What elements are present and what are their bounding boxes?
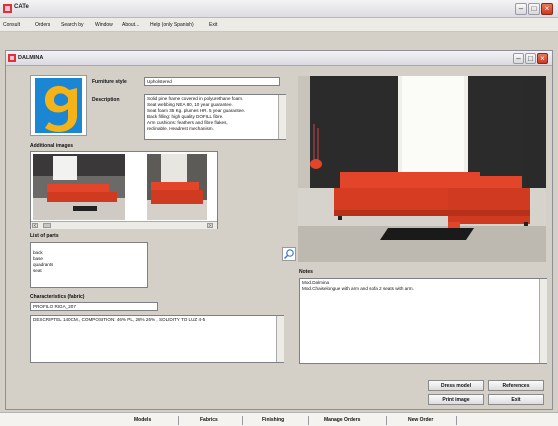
- model-window-titlebar: DALMINA – □ ×: [6, 51, 552, 66]
- tab-fabrics[interactable]: Fabrics: [200, 417, 218, 423]
- characteristics-detail-text: DESCRIPTEL 140CM., COMPOSITION: 46% PL, …: [33, 317, 206, 322]
- description-line: Back filling: high quality DOFILL fibre.: [147, 114, 224, 119]
- bottom-navigation: Models Fabrics Finishing Manage Orders N…: [0, 412, 558, 426]
- additional-image-thumb[interactable]: [33, 154, 125, 220]
- tab-separator: [242, 416, 243, 425]
- parts-list-item[interactable]: seat: [33, 268, 42, 274]
- tab-separator: [456, 416, 457, 425]
- dress-model-button[interactable]: Dress model: [428, 380, 484, 391]
- characteristics-detail-textarea[interactable]: DESCRIPTEL 140CM., COMPOSITION: 46% PL, …: [30, 315, 284, 363]
- zoom-button[interactable]: [282, 247, 296, 261]
- app-title: CATe: [14, 4, 29, 10]
- scroll-left-icon[interactable]: ‹: [32, 223, 38, 229]
- parts-list-item[interactable]: back: [33, 250, 43, 256]
- model-window: DALMINA – □ × Furniture style Upholstere…: [5, 50, 553, 410]
- list-of-parts-label: List of parts: [30, 233, 59, 239]
- menu-consult[interactable]: Consult: [3, 22, 20, 28]
- menu-exit[interactable]: Exit: [209, 22, 217, 28]
- description-line: reclinable. Headrest mechanism.: [147, 126, 214, 131]
- menu-window[interactable]: Window: [95, 22, 113, 28]
- maximize-button[interactable]: □: [528, 3, 540, 15]
- tab-separator: [386, 416, 387, 425]
- inner-maximize-button[interactable]: □: [525, 53, 536, 64]
- additional-images-label: Additional images: [30, 143, 74, 149]
- scroll-right-icon[interactable]: ›: [207, 223, 213, 229]
- app-titlebar: CATe – □ ×: [0, 0, 558, 18]
- additional-images-gallery: ‹ ›: [30, 151, 218, 229]
- print-image-button[interactable]: Print image: [428, 394, 484, 405]
- description-scrollbar[interactable]: [278, 95, 286, 139]
- tab-separator: [308, 416, 309, 425]
- notes-line: Mod.Dalmina: [302, 280, 330, 285]
- notes-textarea[interactable]: Mod.Dalmina Mod.Chaiselongue with arm an…: [299, 278, 547, 364]
- inner-minimize-button[interactable]: –: [513, 53, 524, 64]
- description-line: Arm cushions: feathers and fibre flakes,: [147, 120, 228, 125]
- tab-models[interactable]: Models: [134, 417, 151, 423]
- notes-scrollbar[interactable]: [539, 279, 547, 363]
- parts-list[interactable]: back base quadrants seat: [30, 242, 148, 288]
- menu-search-by[interactable]: Search by: [61, 22, 84, 28]
- description-line: Solid pine frame covered in polyurethane…: [147, 96, 244, 101]
- characteristics-label: Characteristics (fabric): [30, 294, 85, 300]
- menu-about[interactable]: About...: [122, 22, 139, 28]
- gallery-scrollbar[interactable]: ‹ ›: [31, 221, 217, 229]
- window-icon: [8, 54, 16, 62]
- exit-button[interactable]: Exit: [488, 394, 544, 405]
- close-button[interactable]: ×: [541, 3, 553, 15]
- minimize-button[interactable]: –: [515, 3, 527, 15]
- model-window-title: DALMINA: [18, 55, 44, 61]
- description-label: Description: [92, 97, 120, 103]
- characteristics-scrollbar[interactable]: [276, 316, 284, 362]
- magnifier-icon: [283, 249, 294, 260]
- tab-manage-orders[interactable]: Manage Orders: [324, 417, 360, 423]
- description-line: Seat foam 35 Kg. plumes HR. 5 year guara…: [147, 108, 246, 113]
- tab-separator: [178, 416, 179, 425]
- notes-label: Notes: [299, 269, 313, 275]
- references-button[interactable]: References: [488, 380, 544, 391]
- parts-list-item[interactable]: base: [33, 256, 43, 262]
- brand-logo-icon: [35, 78, 82, 133]
- menu-help[interactable]: Help (only Spanish): [150, 22, 194, 28]
- main-product-image[interactable]: [298, 76, 546, 262]
- notes-line: Mod.Chaiselongue with arm and sofa 2 sea…: [302, 286, 414, 291]
- scroll-thumb[interactable]: [43, 223, 51, 228]
- tab-new-order[interactable]: New Order: [408, 417, 433, 423]
- furniture-style-label: Furniture style: [92, 79, 127, 85]
- app-icon: [3, 4, 12, 13]
- additional-image-thumb[interactable]: [147, 154, 207, 220]
- description-textarea[interactable]: Solid pine frame covered in polyurethane…: [144, 94, 286, 140]
- menu-orders[interactable]: Orders: [35, 22, 50, 28]
- parts-list-item[interactable]: quadrants: [33, 262, 53, 268]
- menubar: Consult Orders Search by Window About...…: [0, 18, 558, 32]
- furniture-style-field[interactable]: Upholstered: [144, 77, 280, 86]
- characteristics-field[interactable]: PROFILO RIGA_207: [30, 302, 158, 311]
- inner-close-button[interactable]: ×: [537, 53, 548, 64]
- model-logo: [30, 75, 87, 136]
- tab-finishing[interactable]: Finishing: [262, 417, 284, 423]
- description-line: Seat webbing NEA 80, 10 year guarantee.: [147, 102, 233, 107]
